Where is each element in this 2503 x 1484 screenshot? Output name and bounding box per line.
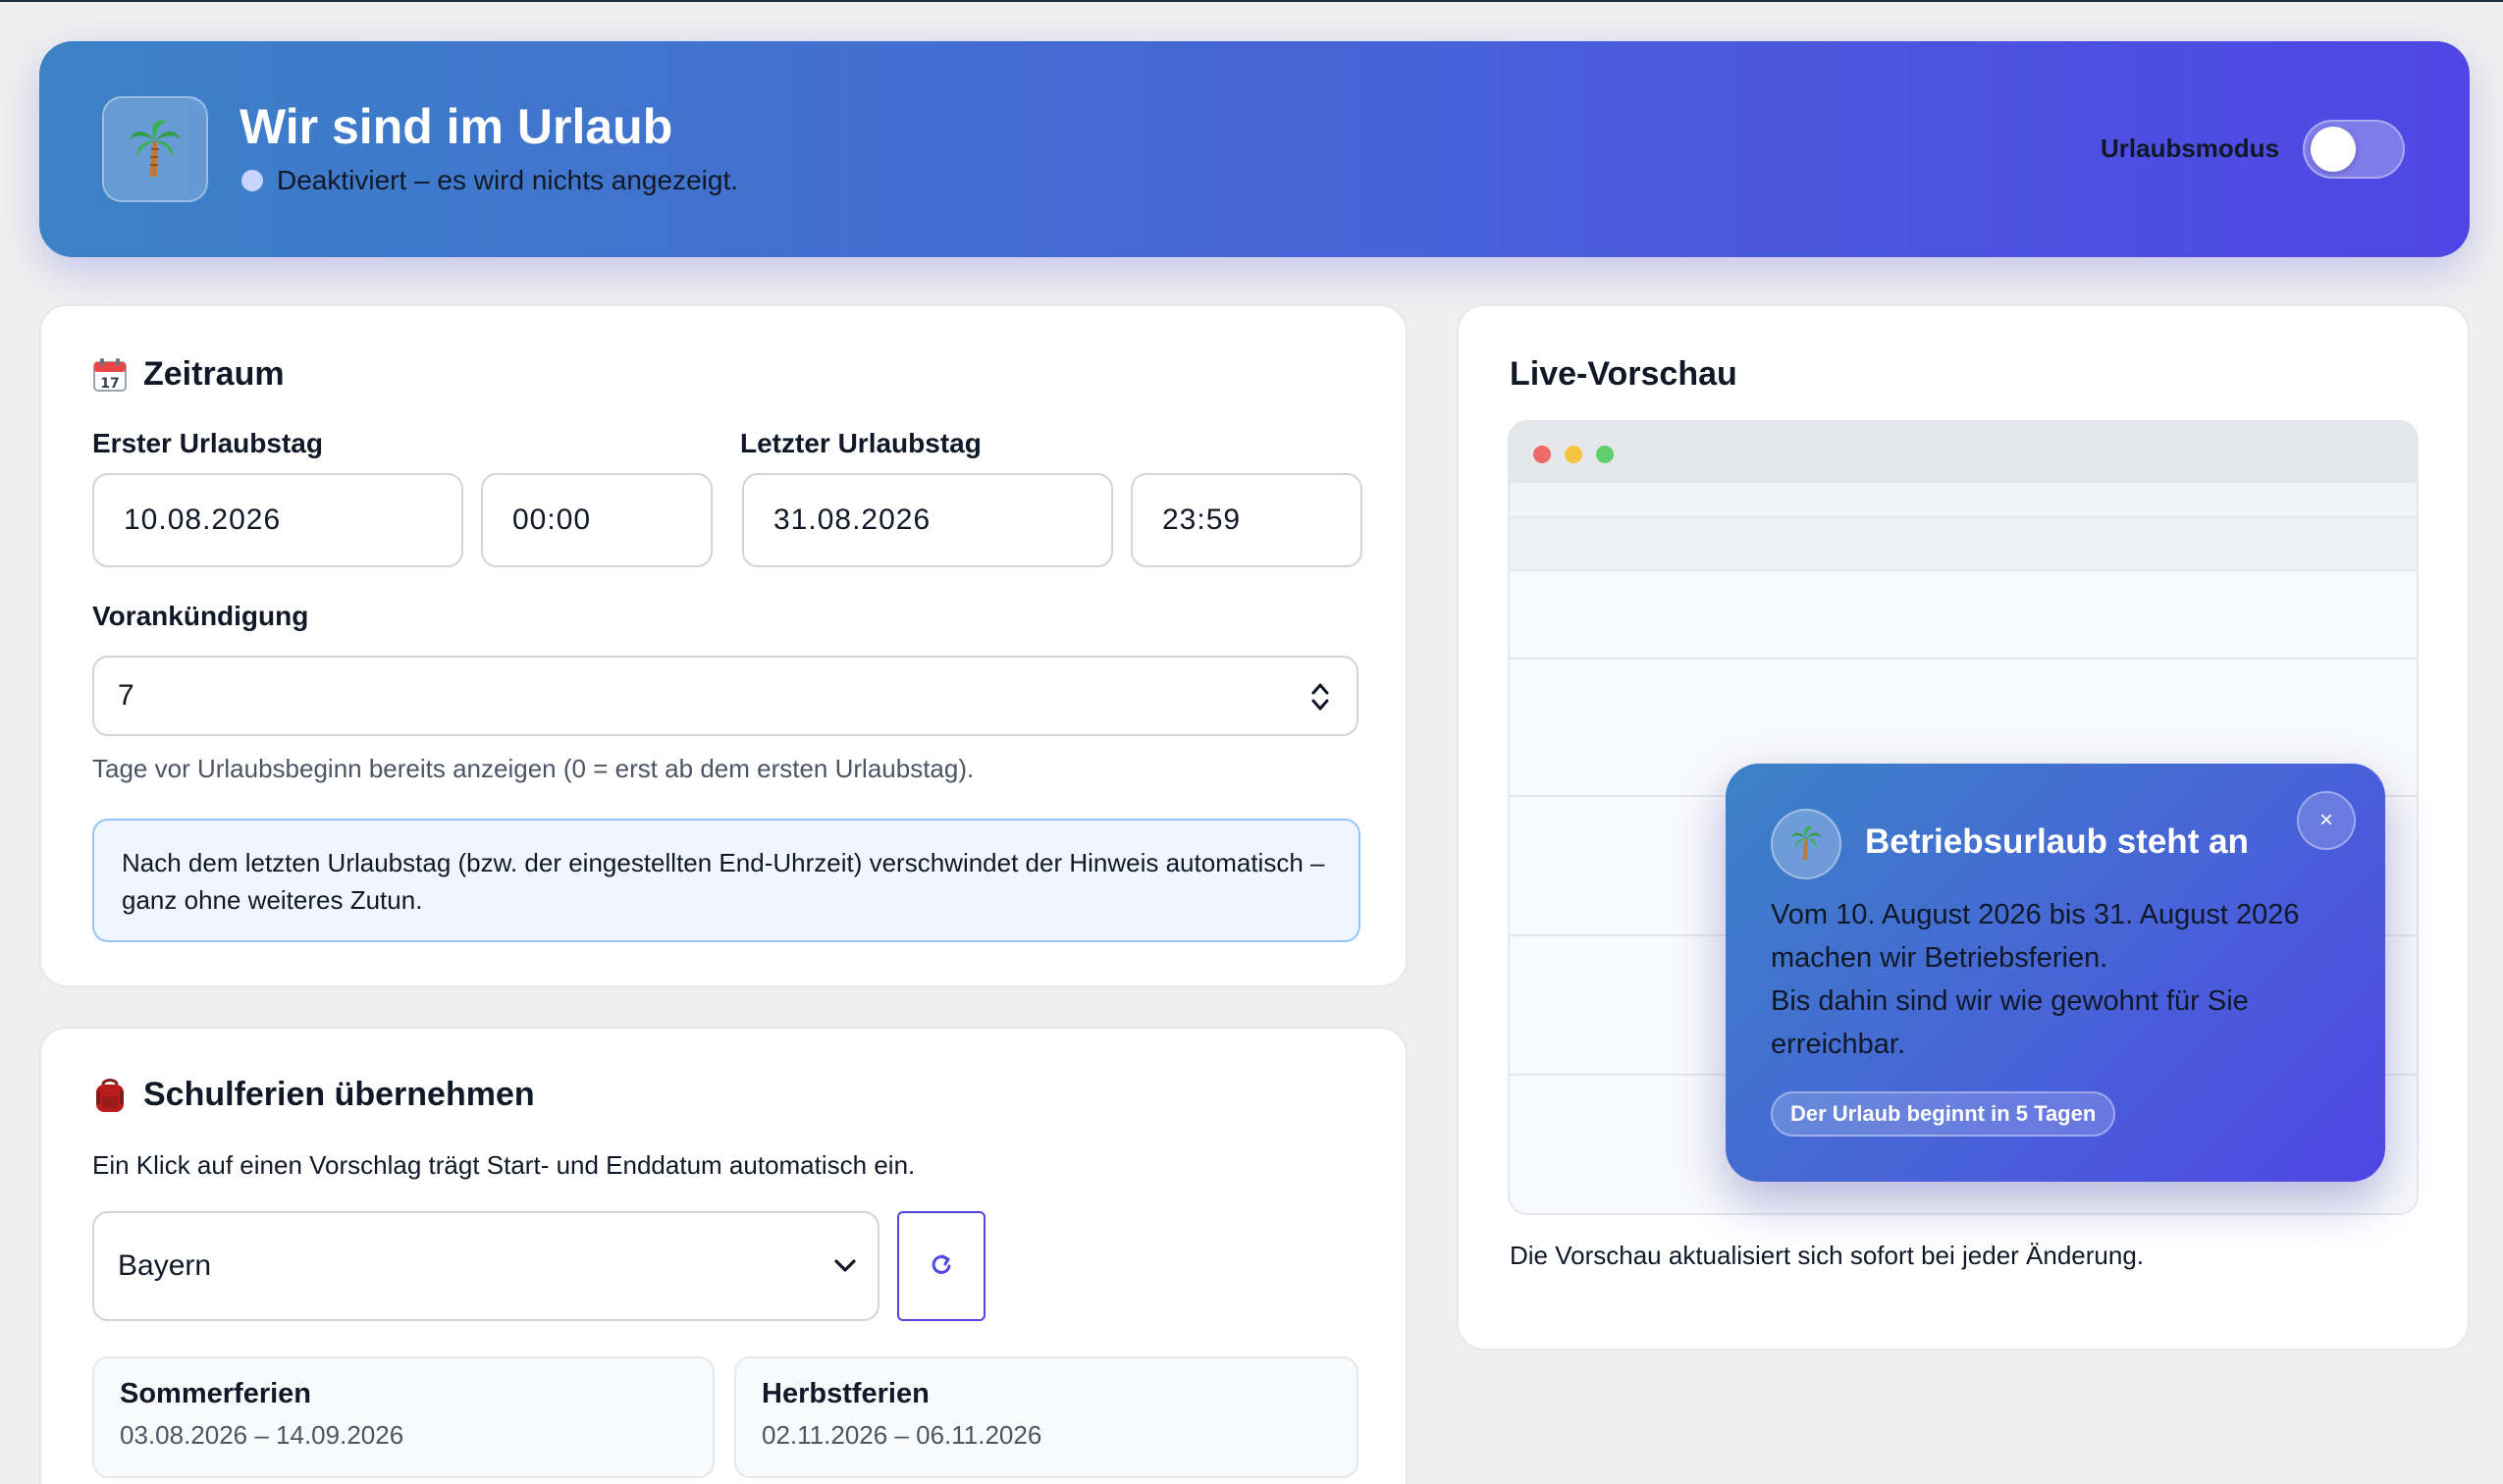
notice-hint: Tage vor Urlaubsbeginn bereits anzeigen … <box>92 754 975 783</box>
header-logo <box>102 96 208 202</box>
close-icon: × <box>2318 807 2333 833</box>
school-holidays-card: Schulferien übernehmen Ein Klick auf ein… <box>39 1027 1408 1484</box>
status-dot-icon <box>241 170 263 191</box>
popup-logo <box>1771 809 1841 879</box>
top-border <box>0 0 2503 2</box>
holiday-range: 02.11.2026 – 06.11.2026 <box>762 1420 1042 1450</box>
info-text: Nach dem letzten Urlaubstag (bzw. der ei… <box>122 848 1325 915</box>
calendar-icon: 17 <box>92 357 128 393</box>
holiday-name: Herbstferien <box>762 1378 930 1409</box>
chevron-down-icon <box>832 1250 858 1288</box>
close-dot-icon <box>1533 446 1551 463</box>
vacation-mode-toggle[interactable] <box>2303 120 2405 179</box>
holiday-range: 03.08.2026 – 14.09.2026 <box>120 1420 404 1450</box>
refresh-icon <box>929 1250 954 1283</box>
preview-title: Live-Vorschau <box>1510 355 1737 393</box>
palm-tree-icon <box>128 116 183 184</box>
page-title: Wir sind im Urlaub <box>240 99 673 154</box>
status-row: Deaktiviert – es wird nichts angezeigt. <box>241 165 738 196</box>
holiday-name: Sommerferien <box>120 1378 312 1409</box>
popup-title: Betriebsurlaub steht an <box>1865 822 2249 861</box>
first-day-time-value: 00:00 <box>512 504 592 536</box>
popup-message-line: Bis dahin sind wir wie gewohnt für Sie e… <box>1771 985 2249 1060</box>
last-day-label: Letzter Urlaubstag <box>740 428 982 458</box>
holiday-suggestion[interactable]: Herbstferien 02.11.2026 – 06.11.2026 <box>734 1356 1358 1478</box>
last-day-date-input[interactable]: 31.08.2026 <box>742 473 1113 567</box>
header-banner: Wir sind im Urlaub Deaktiviert – es wird… <box>39 41 2470 257</box>
close-button[interactable]: × <box>2297 791 2356 850</box>
first-day-date-input[interactable]: 10.08.2026 <box>92 473 463 567</box>
school-title: Schulferien übernehmen <box>143 1076 535 1113</box>
refresh-button[interactable] <box>897 1211 985 1321</box>
first-day-label: Erster Urlaubstag <box>92 428 323 458</box>
notice-label: Vorankündigung <box>92 601 309 631</box>
mock-divider <box>1510 658 2417 660</box>
state-select[interactable]: Bayern <box>92 1211 879 1321</box>
preview-footer-text: Die Vorschau aktualisiert sich sofort be… <box>1510 1241 2145 1270</box>
maximize-dot-icon <box>1596 446 1614 463</box>
first-day-time-input[interactable]: 00:00 <box>481 473 713 567</box>
popup-message: Vom 10. August 2026 bis 31. August 2026 … <box>1771 893 2360 1066</box>
school-heading: Schulferien übernehmen <box>92 1076 535 1114</box>
last-day-time-input[interactable]: 23:59 <box>1131 473 1362 567</box>
notice-days-input[interactable]: 7 <box>92 656 1358 736</box>
mock-divider <box>1510 569 2417 571</box>
toggle-knob <box>2311 127 2356 172</box>
first-day-date-value: 10.08.2026 <box>124 504 282 536</box>
holiday-suggestion[interactable]: Sommerferien 03.08.2026 – 14.09.2026 <box>92 1356 715 1478</box>
period-heading: 17 Zeitraum <box>92 355 285 394</box>
palm-tree-icon <box>1789 823 1823 866</box>
last-day-date-value: 31.08.2026 <box>773 504 932 536</box>
stepper-arrows-icon[interactable] <box>1309 679 1331 722</box>
notice-days-value: 7 <box>118 679 135 712</box>
auto-hide-info-box: Nach dem letzten Urlaubstag (bzw. der ei… <box>92 819 1360 942</box>
browser-toolbar <box>1510 422 2417 483</box>
status-text: Deaktiviert – es wird nichts angezeigt. <box>277 165 738 195</box>
period-card: 17 Zeitraum Erster Urlaubstag Letzter Ur… <box>39 304 1408 987</box>
popup-message-line: Vom 10. August 2026 bis 31. August 2026 … <box>1771 899 2300 974</box>
svg-text:17: 17 <box>100 376 119 392</box>
countdown-badge: Der Urlaub beginnt in 5 Tagen <box>1771 1091 2116 1137</box>
state-select-value: Bayern <box>118 1249 212 1282</box>
school-bag-icon <box>92 1077 128 1114</box>
mock-nav-bar <box>1510 483 2417 516</box>
school-description: Ein Klick auf einen Vorschlag trägt Star… <box>92 1150 916 1180</box>
vacation-popup: Betriebsurlaub steht an × Vom 10. August… <box>1726 764 2385 1182</box>
vacation-mode-label: Urlaubsmodus <box>2101 133 2280 163</box>
minimize-dot-icon <box>1565 446 1582 463</box>
mock-hero <box>1510 518 2417 569</box>
last-day-time-value: 23:59 <box>1162 504 1242 536</box>
period-title: Zeitraum <box>143 355 285 393</box>
